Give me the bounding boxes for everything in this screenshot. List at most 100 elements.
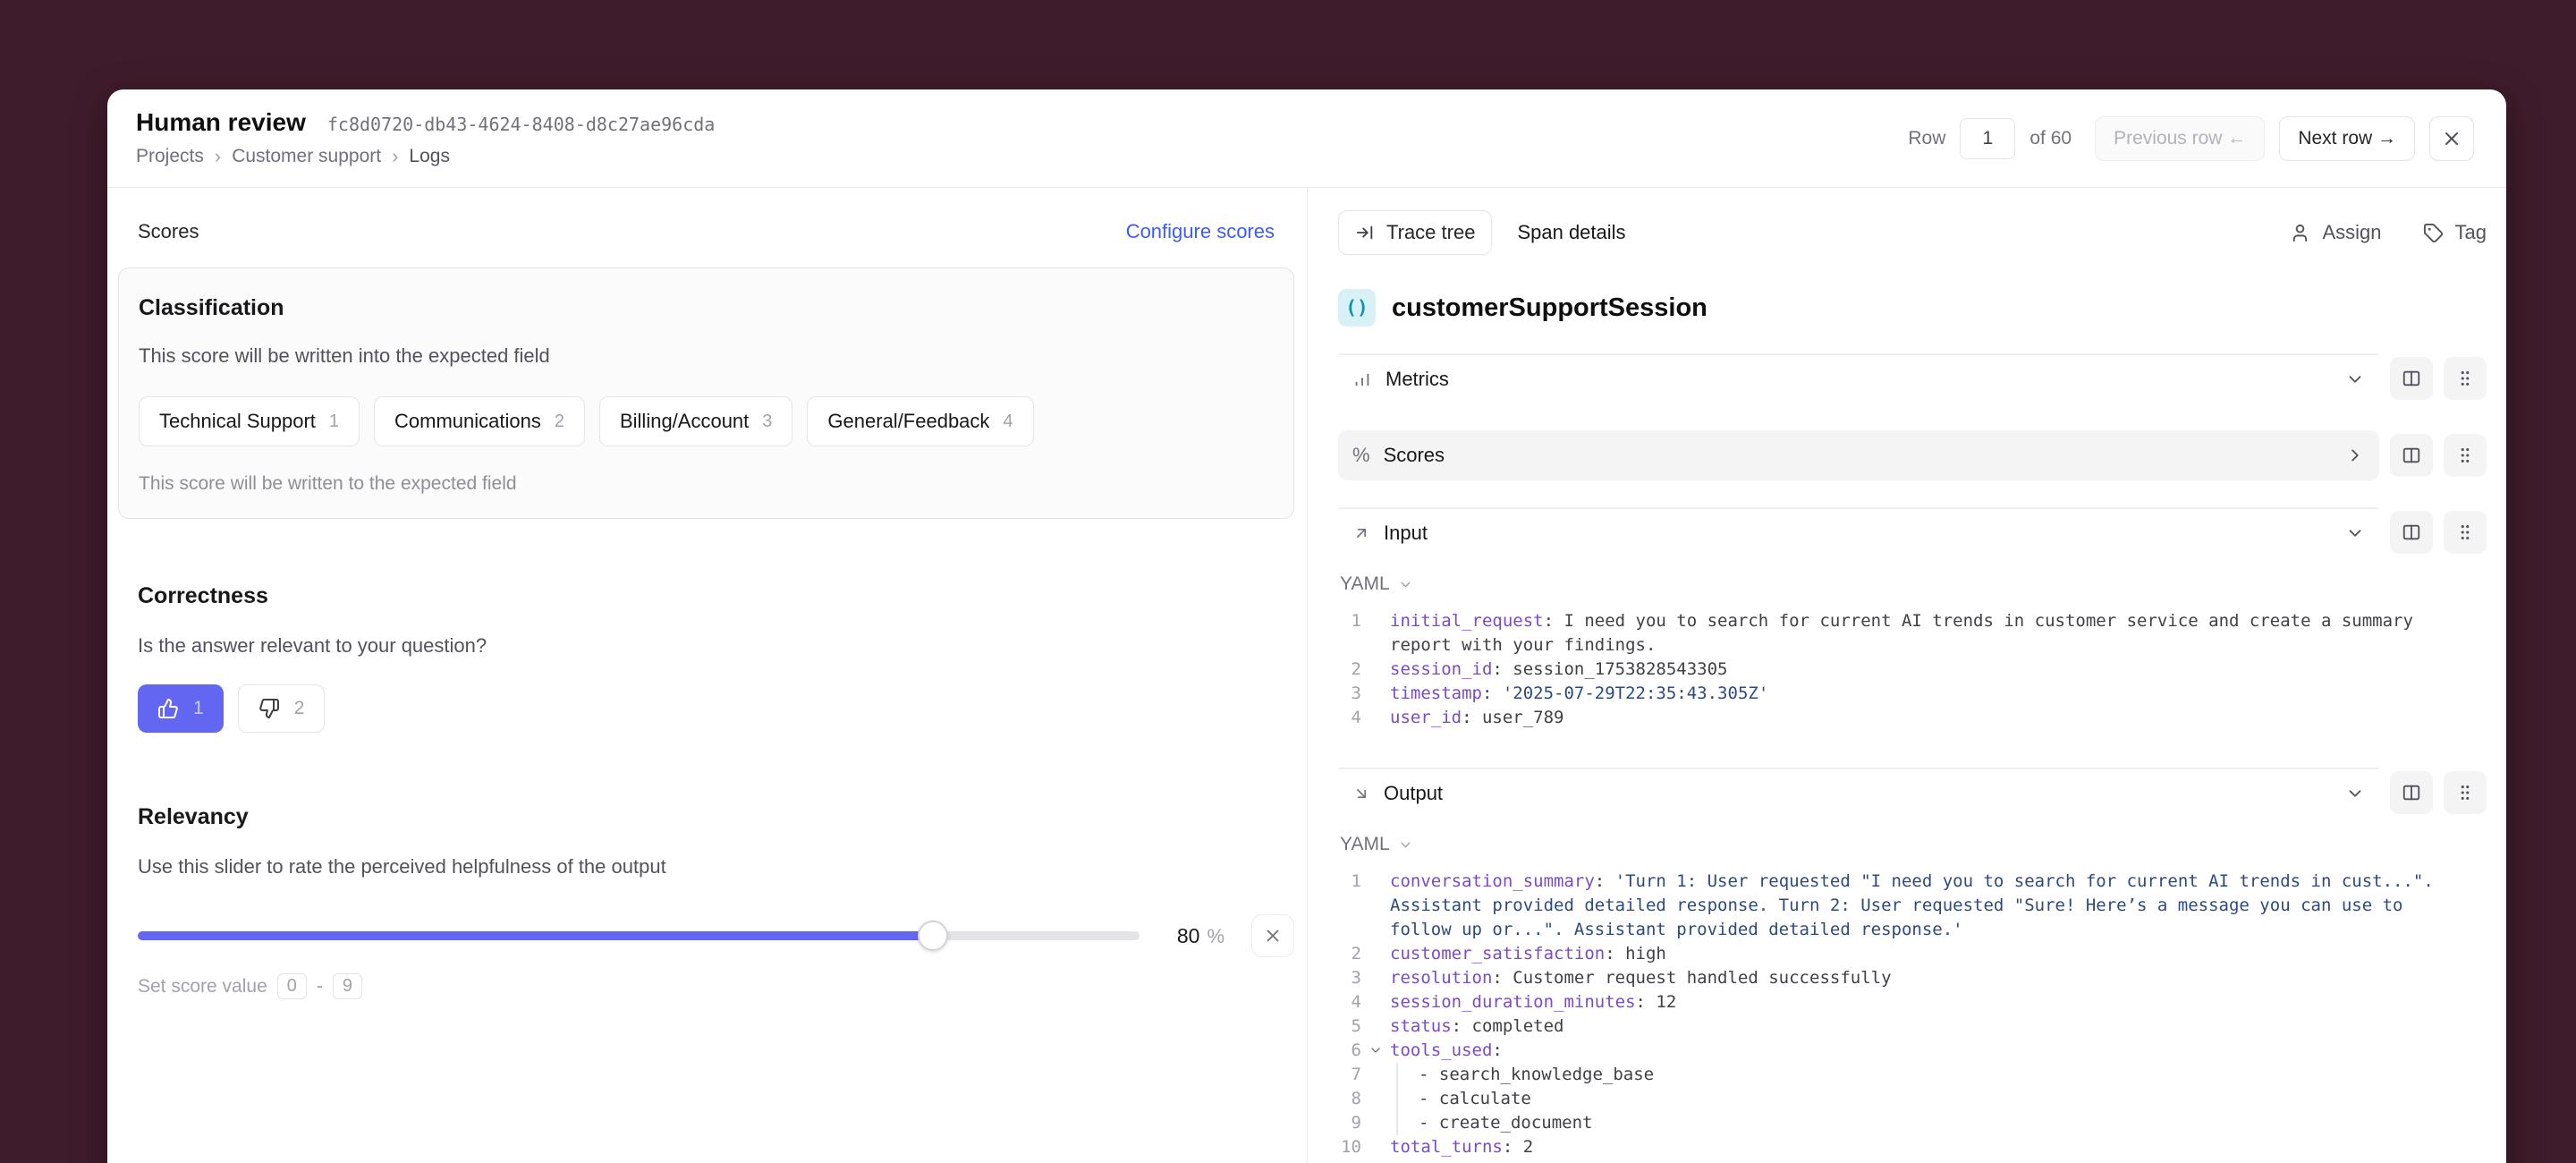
option-technical-support-button[interactable]: Technical Support 1 xyxy=(139,396,360,446)
yaml-line-content: status: completed xyxy=(1390,1014,2458,1039)
split-view-button[interactable] xyxy=(2390,511,2433,554)
drag-handle-button[interactable] xyxy=(2444,511,2487,554)
correctness-title: Correctness xyxy=(138,583,1294,609)
correctness-section: Correctness Is the answer relevant to yo… xyxy=(138,583,1294,733)
input-yaml-code: 1initial_request: I need you to search f… xyxy=(1338,609,2458,730)
collapse-chevron-icon[interactable] xyxy=(1361,1039,1390,1063)
yaml-line: 8- calculate xyxy=(1338,1087,2458,1111)
tag-button[interactable]: Tag xyxy=(2423,221,2487,244)
chevron-right-icon xyxy=(2345,446,2365,465)
breadcrumb: Projects › Customer support › Logs xyxy=(136,145,715,168)
chevron-down-icon xyxy=(2345,523,2365,543)
scores-label: Scores xyxy=(1384,444,1445,467)
relevancy-section: Relevancy Use this slider to rate the pe… xyxy=(138,804,1294,999)
yaml-line-content: initial_request: I need you to search fo… xyxy=(1390,609,2458,658)
option-communications-button[interactable]: Communications 2 xyxy=(374,396,585,446)
input-format-select[interactable]: YAML xyxy=(1340,573,2487,595)
yaml-line-content: user_id: user_789 xyxy=(1390,706,2458,730)
yaml-line: 3timestamp: '2025-07-29T22:35:43.305Z' xyxy=(1338,682,2458,706)
trace-panel: Trace tree Span details Assign xyxy=(1308,188,2506,1163)
slider-value-number: 80 xyxy=(1177,924,1200,947)
grip-dots-icon xyxy=(2455,522,2475,542)
tab-trace-tree[interactable]: Trace tree xyxy=(1338,210,1492,255)
thumbs-up-icon xyxy=(157,698,179,719)
grip-dots-icon xyxy=(2455,783,2475,802)
yaml-line-content: customer_satisfaction: high xyxy=(1390,942,2458,966)
option-label: General/Feedback xyxy=(827,410,989,433)
panel-columns-icon xyxy=(2402,522,2421,542)
relevancy-slider[interactable] xyxy=(138,931,1140,940)
format-label: YAML xyxy=(1340,573,1390,595)
scores-panel: Scores Configure scores Classification T… xyxy=(107,188,1308,1163)
clear-score-button[interactable] xyxy=(1251,914,1294,957)
input-row[interactable]: Input xyxy=(1338,507,2379,557)
clear-icon xyxy=(1263,926,1283,946)
tag-icon xyxy=(2423,223,2444,243)
breadcrumb-separator-icon: › xyxy=(215,145,221,168)
chevron-down-icon xyxy=(2345,784,2365,803)
line-number: 9 xyxy=(1338,1111,1361,1135)
line-number: 8 xyxy=(1338,1087,1361,1111)
bar-chart-icon xyxy=(1352,369,1372,389)
configure-scores-link[interactable]: Configure scores xyxy=(1126,220,1275,243)
format-label: YAML xyxy=(1340,834,1390,855)
span-title-row: () customerSupportSession xyxy=(1338,289,2487,327)
classification-footer: This score will be written to the expect… xyxy=(139,473,1274,495)
drag-handle-button[interactable] xyxy=(2444,771,2487,814)
yaml-line: 4session_duration_minutes: 12 xyxy=(1338,990,2458,1014)
output-row[interactable]: Output xyxy=(1338,768,2379,818)
header-left: Human review fc8d0720-db43-4624-8408-d8c… xyxy=(136,108,715,168)
close-button[interactable] xyxy=(2429,116,2474,161)
tag-label: Tag xyxy=(2455,221,2487,244)
range-max-key: 9 xyxy=(333,973,362,999)
scores-row[interactable]: % Scores xyxy=(1338,430,2379,480)
slider-thumb[interactable] xyxy=(918,921,948,951)
metrics-row[interactable]: Metrics xyxy=(1338,353,2379,403)
option-label: Communications xyxy=(394,410,541,433)
input-section: Input xyxy=(1338,507,2487,557)
option-hotkey: 3 xyxy=(762,412,772,432)
output-format-select[interactable]: YAML xyxy=(1340,834,2487,855)
panel-columns-icon xyxy=(2402,446,2421,465)
yaml-line-content: - search_knowledge_base xyxy=(1390,1063,2458,1087)
row-number-input[interactable] xyxy=(1960,118,2015,159)
yaml-line: 9- create_document xyxy=(1338,1111,2458,1135)
human-review-dialog: Human review fc8d0720-db43-4624-8408-d8c… xyxy=(107,89,2506,1163)
next-row-button[interactable]: Next row → xyxy=(2279,116,2415,161)
assign-button[interactable]: Assign xyxy=(2290,221,2381,244)
tab-span-details[interactable]: Span details xyxy=(1517,221,1625,244)
chevron-down-icon xyxy=(2345,369,2365,389)
relevancy-title: Relevancy xyxy=(138,804,1294,830)
option-hotkey: 4 xyxy=(1003,412,1013,432)
breadcrumb-item-logs[interactable]: Logs xyxy=(409,146,450,167)
range-min-key: 0 xyxy=(277,973,307,999)
line-number: 4 xyxy=(1338,706,1361,730)
option-billing-account-button[interactable]: Billing/Account 3 xyxy=(599,396,792,446)
yaml-line: 10total_turns: 2 xyxy=(1338,1135,2458,1159)
panel-columns-icon xyxy=(2402,783,2421,802)
previous-row-button[interactable]: Previous row ← xyxy=(2095,116,2265,161)
option-label: Billing/Account xyxy=(620,410,749,433)
yaml-line: 1conversation_summary: 'Turn 1: User req… xyxy=(1338,870,2458,942)
chevron-down-icon xyxy=(1398,837,1413,853)
split-view-button[interactable] xyxy=(2390,771,2433,814)
output-yaml-code: 1conversation_summary: 'Turn 1: User req… xyxy=(1338,870,2458,1159)
line-number: 7 xyxy=(1338,1063,1361,1087)
option-general-feedback-button[interactable]: General/Feedback 4 xyxy=(807,396,1033,446)
thumbs-down-button[interactable]: 2 xyxy=(238,684,326,733)
slider-value: 80% xyxy=(1177,924,1224,948)
breadcrumb-item-customer-support[interactable]: Customer support xyxy=(232,146,381,167)
thumbs-up-button[interactable]: 1 xyxy=(138,684,224,733)
dialog-content: Scores Configure scores Classification T… xyxy=(107,188,2506,1163)
function-span-icon: () xyxy=(1338,289,1376,327)
breadcrumb-item-projects[interactable]: Projects xyxy=(136,146,204,167)
yaml-line: 1initial_request: I need you to search f… xyxy=(1338,609,2458,658)
drag-handle-button[interactable] xyxy=(2444,434,2487,477)
yaml-line: 4 user_id: user_789 xyxy=(1338,706,2458,730)
line-number: 6 xyxy=(1338,1039,1361,1063)
split-view-button[interactable] xyxy=(2390,357,2433,400)
split-view-button[interactable] xyxy=(2390,434,2433,477)
panel-columns-icon xyxy=(2402,369,2421,388)
drag-handle-button[interactable] xyxy=(2444,357,2487,400)
line-number: 2 xyxy=(1338,942,1361,966)
